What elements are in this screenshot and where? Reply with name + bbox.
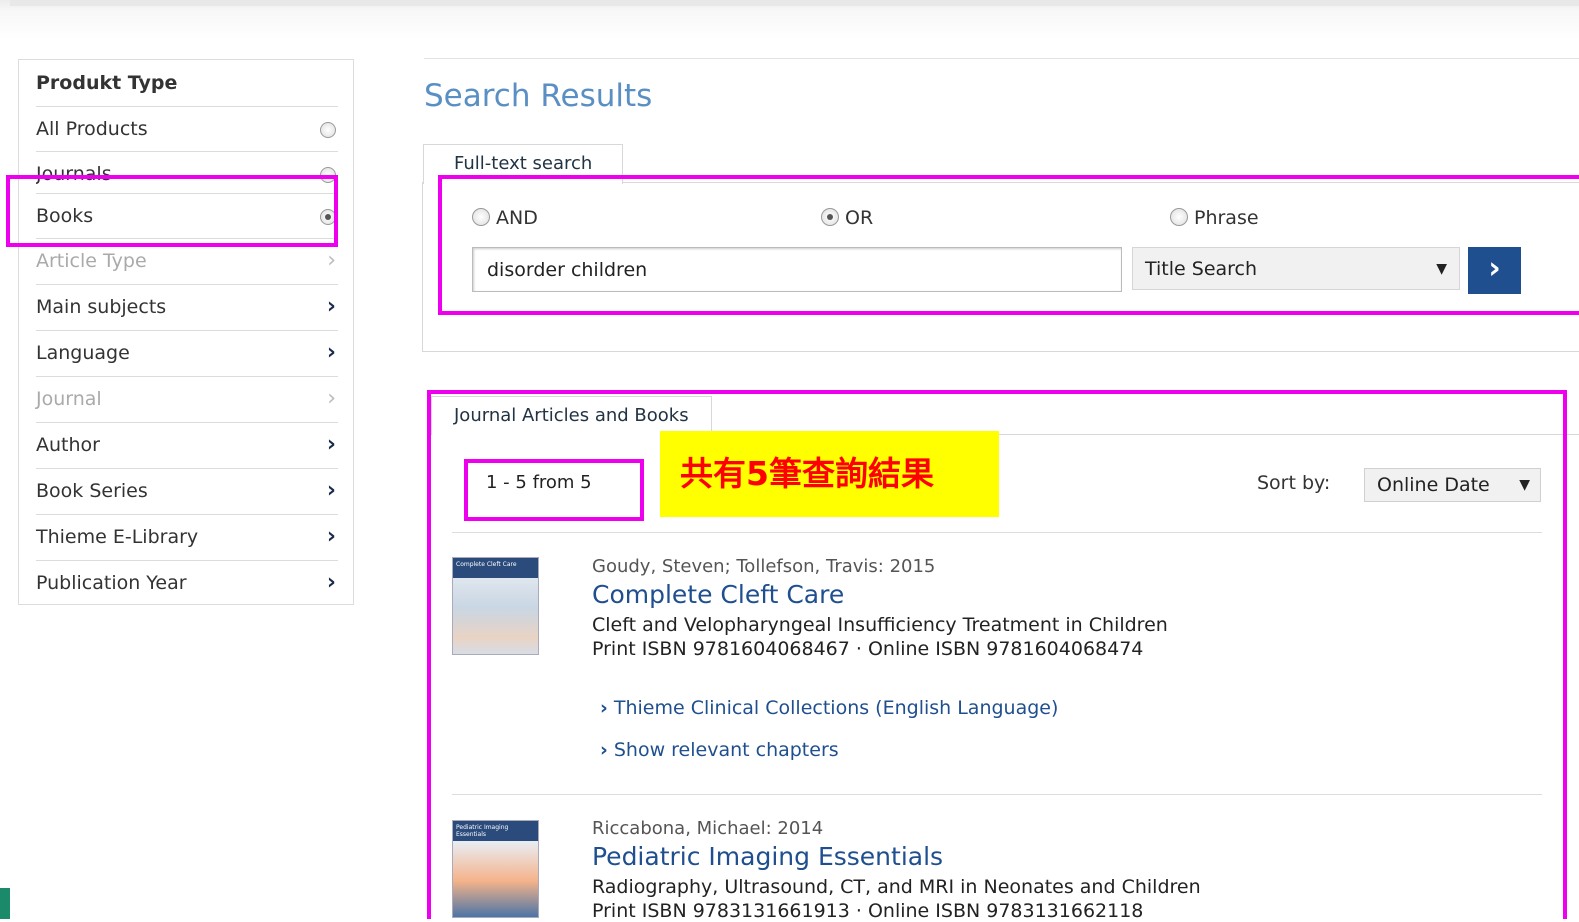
sidebar-item-label: Journal bbox=[36, 388, 102, 410]
highlight-result-count bbox=[464, 459, 644, 521]
sidebar-item-label: Book Series bbox=[36, 480, 148, 502]
sidebar-item-publication-year[interactable]: Publication Year › bbox=[36, 560, 338, 605]
side-accent bbox=[0, 888, 10, 919]
page-title: Search Results bbox=[424, 78, 653, 114]
chevron-right-icon: › bbox=[326, 340, 336, 365]
top-border bbox=[10, 0, 1579, 6]
sidebar-item-label: Language bbox=[36, 342, 130, 364]
sidebar-item-book-series[interactable]: Book Series › bbox=[36, 468, 338, 513]
sidebar-item-label: All Products bbox=[36, 118, 148, 140]
chevron-right-icon: › bbox=[326, 478, 336, 503]
sidebar-item-language[interactable]: Language › bbox=[36, 330, 338, 375]
highlight-search-options bbox=[438, 175, 1579, 315]
header-divider bbox=[424, 58, 1579, 59]
sidebar-item-label: Main subjects bbox=[36, 296, 167, 318]
sidebar-item-label: Publication Year bbox=[36, 572, 187, 594]
highlight-books-filter bbox=[6, 175, 338, 247]
chevron-right-icon: › bbox=[326, 294, 336, 319]
chevron-right-icon: › bbox=[326, 432, 336, 457]
sidebar-item-author[interactable]: Author › bbox=[36, 422, 338, 467]
sidebar-item-label: Article Type bbox=[36, 250, 147, 272]
sidebar-item-journal: Journal › bbox=[36, 376, 338, 421]
sidebar-item-label: Author bbox=[36, 434, 100, 456]
chevron-right-icon: › bbox=[326, 570, 336, 595]
top-bar bbox=[0, 0, 1579, 56]
chevron-right-icon: › bbox=[327, 386, 336, 411]
sidebar-item-label: Thieme E-Library bbox=[36, 526, 199, 548]
sidebar-item-all-products[interactable]: All Products bbox=[36, 106, 338, 151]
sidebar-item-main-subjects[interactable]: Main subjects › bbox=[36, 284, 338, 329]
sidebar-item-thieme-e-library[interactable]: Thieme E-Library › bbox=[36, 514, 338, 559]
radio-all-products[interactable] bbox=[320, 122, 336, 138]
chevron-right-icon: › bbox=[327, 248, 336, 273]
chevron-right-icon: › bbox=[326, 524, 336, 549]
sidebar-title: Produkt Type bbox=[36, 72, 178, 94]
filter-sidebar: Produkt Type All Products Journals Books… bbox=[18, 59, 354, 605]
